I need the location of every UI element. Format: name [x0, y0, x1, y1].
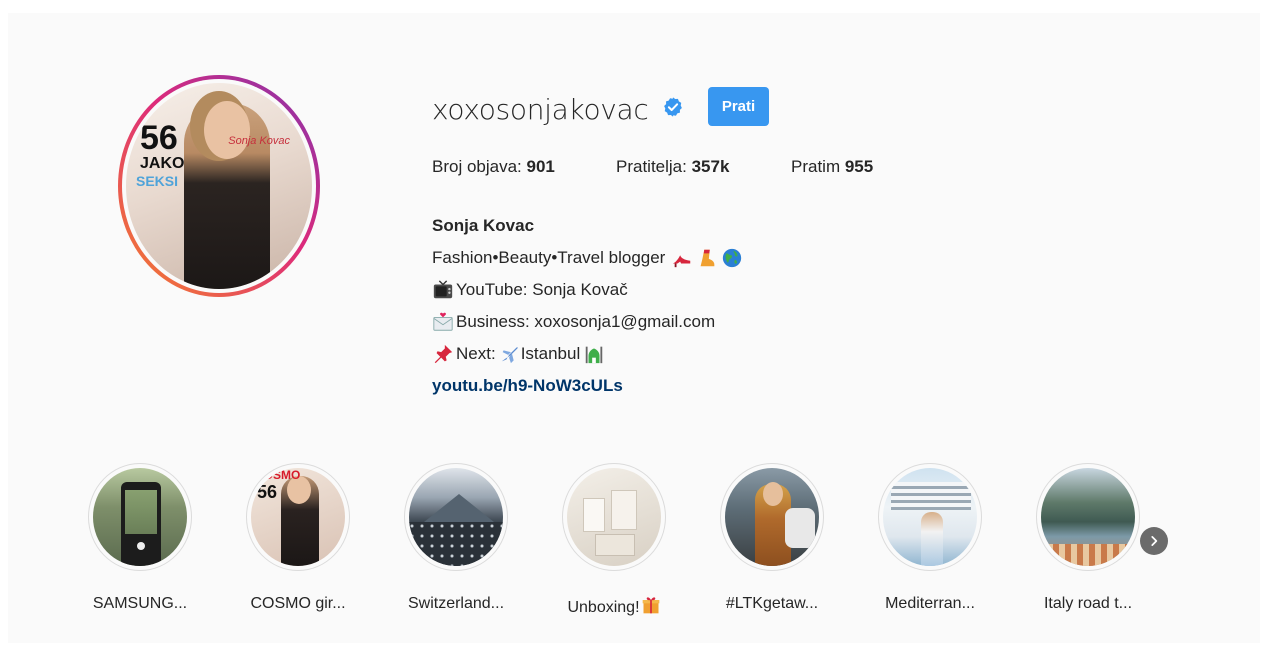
stat-posts-label: Broj objava:: [432, 157, 527, 176]
highlight-label: Unboxing!: [542, 595, 686, 617]
stat-following[interactable]: Pratim 955: [791, 157, 873, 177]
highlight-ring: [562, 463, 666, 571]
avatar-image: 56 JAKO SEKSI Sonja Kovac: [126, 83, 312, 289]
bio-next-label: Next:: [456, 344, 496, 363]
bio-business-text: Business: xoxosonja1@gmail.com: [456, 312, 716, 331]
avatar-person-head: [204, 101, 250, 159]
highlight-item[interactable]: 56 COSMO COSMO gir...: [246, 463, 350, 612]
bio-line-youtube: YouTube: Sonja Kovač: [432, 274, 743, 306]
avatar-cover-number: 56: [140, 119, 178, 157]
globe-icon: [723, 248, 742, 268]
highlight-ring: [720, 463, 824, 571]
highlight-cover-cosmo: 56 COSMO: [251, 468, 345, 566]
stat-followers-label: Pratitelja:: [616, 157, 692, 176]
highlight-cover-unboxing: [567, 468, 661, 566]
profile-username: xoxosonjakovac: [432, 93, 649, 126]
avatar-cover-sek: SEKSI: [136, 173, 179, 189]
bio-tagline-text: Fashion•Beauty•Travel blogger: [432, 248, 666, 267]
bio-line-business: Business: xoxosonja1@gmail.com: [432, 306, 743, 338]
profile-bio: Sonja Kovac Fashion•Beauty•Travel blogge…: [432, 210, 743, 402]
verified-badge-icon: [664, 97, 682, 117]
high-heel-icon: [673, 255, 691, 268]
profile-avatar[interactable]: 56 JAKO SEKSI Sonja Kovac: [118, 75, 320, 297]
highlight-label: #LTKgetaw...: [725, 595, 819, 612]
bio-next-city: Istanbul: [520, 344, 581, 363]
highlight-item[interactable]: Switzerland...: [404, 463, 508, 612]
stat-posts: Broj objava: 901: [432, 157, 555, 177]
highlight-label: SAMSUNG...: [92, 595, 188, 612]
bio-link-line: youtu.be/h9-NoW3cULs: [432, 370, 743, 402]
highlight-label: COSMO gir...: [250, 595, 346, 612]
stat-following-label: Pratim: [791, 157, 845, 176]
stat-following-value: 955: [844, 157, 874, 176]
highlight-ring: [404, 463, 508, 571]
highlight-item[interactable]: SAMSUNG...: [88, 463, 192, 612]
highlight-item[interactable]: Italy road t...: [1036, 463, 1140, 612]
chevron-right-icon: [1151, 536, 1158, 546]
avatar-cover-name: Sonja Kovac: [228, 135, 290, 147]
highlight-label: Mediterran...: [885, 595, 975, 612]
highlight-ring: [1036, 463, 1140, 571]
avatar-border: 56 JAKO SEKSI Sonja Kovac: [122, 79, 316, 293]
highlight-label: Switzerland...: [407, 595, 505, 612]
highlights-next-button[interactable]: [1140, 527, 1168, 555]
highlight-cover-italy: [1041, 468, 1135, 566]
bio-youtube-text: YouTube: Sonja Kovač: [456, 280, 628, 299]
highlight-item[interactable]: #LTKgetaw...: [720, 463, 824, 612]
mosque-icon: [585, 346, 603, 364]
stat-followers[interactable]: Pratitelja: 357k: [616, 157, 729, 177]
highlight-cover-switzerland: [409, 468, 503, 566]
pushpin-icon: [434, 344, 453, 364]
stat-followers-value: 357k: [691, 157, 730, 176]
highlight-ring: [88, 463, 192, 571]
highlight-item[interactable]: Unboxing!: [562, 463, 666, 616]
stat-posts-value: 901: [526, 157, 555, 176]
bio-line-tagline: Fashion•Beauty•Travel blogger: [432, 242, 743, 274]
tv-icon: [433, 280, 453, 299]
avatar-cover-word: JAKO: [140, 155, 185, 172]
highlight-cover-mediterranean: [883, 468, 977, 566]
bio-name: Sonja Kovac: [432, 216, 535, 235]
bio-external-link[interactable]: youtu.be/h9-NoW3cULs: [432, 370, 623, 402]
gift-icon: [642, 597, 659, 614]
boot-icon: [700, 249, 715, 267]
highlight-cover-ltkgetaway: [725, 468, 819, 566]
airplane-icon: [501, 347, 518, 364]
highlight-item[interactable]: Mediterran...: [878, 463, 982, 612]
highlight-label: Italy road t...: [1043, 595, 1133, 612]
highlight-ring: 56 COSMO: [246, 463, 350, 571]
follow-button[interactable]: Prati: [708, 87, 769, 126]
highlight-ring: [878, 463, 982, 571]
highlight-cover-samsung: [93, 468, 187, 566]
highlight-label-text: Unboxing!: [567, 599, 640, 616]
love-letter-icon: [433, 312, 453, 331]
bio-line-next: Next: Istanbul: [432, 338, 743, 370]
